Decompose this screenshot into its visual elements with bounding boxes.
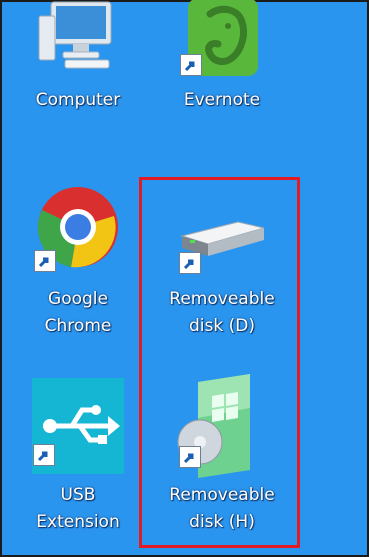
selection-rectangle	[139, 177, 300, 548]
desktop-icon-label: Extension	[36, 512, 120, 532]
desktop-icon-label: Chrome	[44, 316, 112, 336]
desktop-icon-usb-extension[interactable]: USB Extension	[18, 374, 138, 544]
shortcut-arrow-icon	[33, 444, 55, 466]
desktop-icon-evernote[interactable]: Evernote	[162, 0, 282, 120]
desktop-icon-computer[interactable]: Computer	[18, 0, 138, 120]
computer-icon	[38, 1, 112, 69]
desktop-icon-label: USB	[60, 485, 96, 505]
desktop-icon-google-chrome[interactable]: Google Chrome	[18, 180, 138, 350]
shortcut-arrow-icon	[34, 250, 56, 272]
desktop-icon-label: Computer	[35, 90, 121, 110]
shortcut-arrow-icon	[180, 54, 202, 76]
desktop-icon-label: Evernote	[183, 90, 261, 110]
desktop-icon-label: Google	[48, 289, 108, 309]
